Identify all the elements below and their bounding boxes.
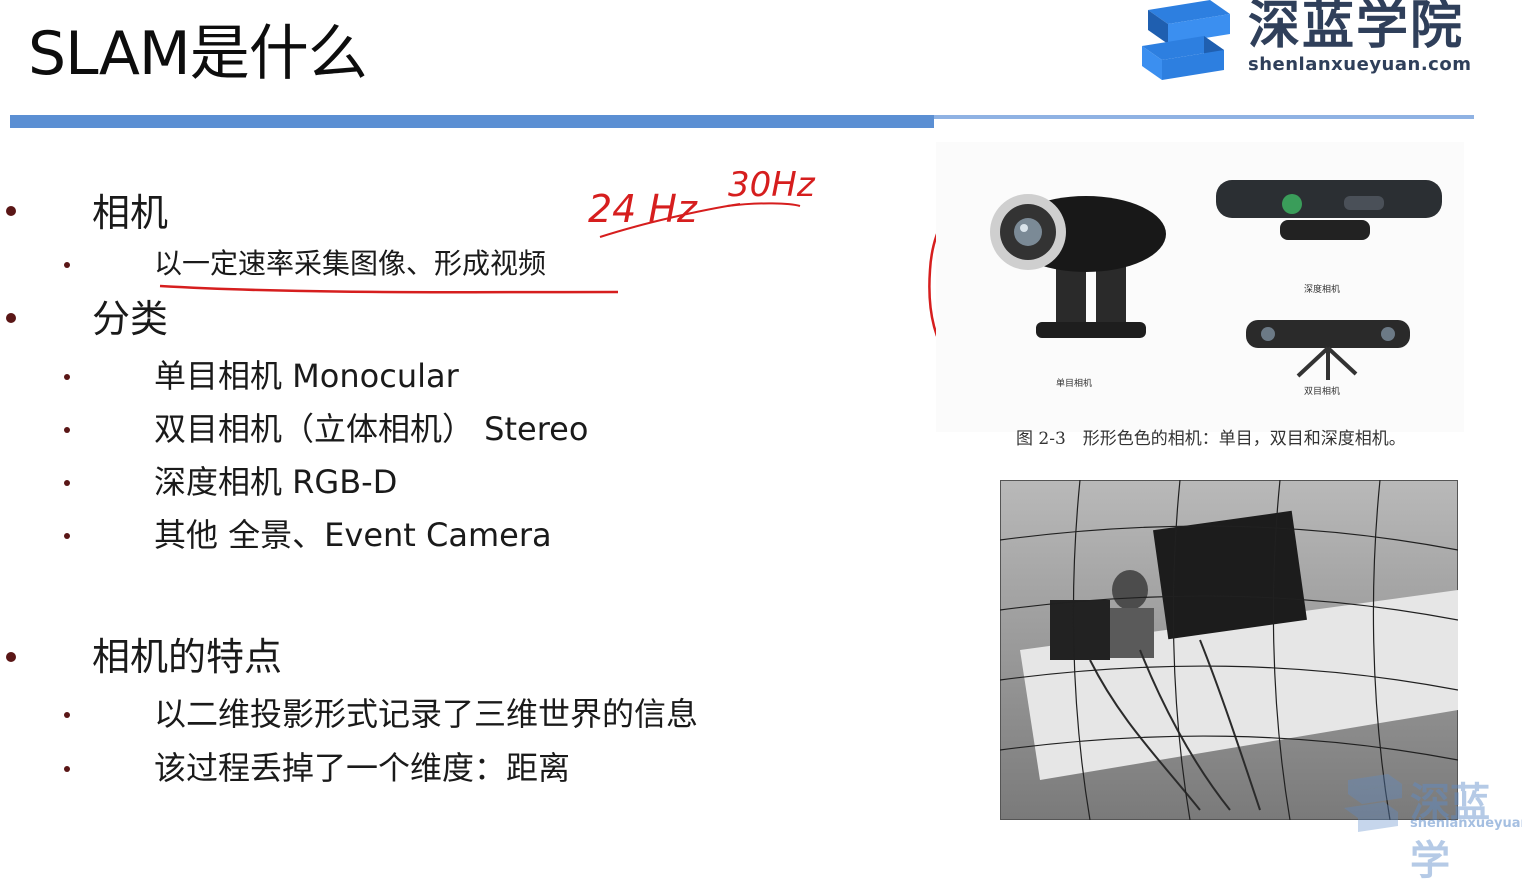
stereo-camera-image [1246,320,1410,380]
figure-caption: 图 2-3 形形色色的相机：单目，双目和深度相机。 [1016,429,1406,449]
watermark-url: shenlanxueyuan [1410,816,1522,831]
label-mono: 单目相机 [1056,377,1092,389]
depth-camera-image [1216,180,1442,240]
fisheye-photo [999,479,1459,821]
handwriting-24hz: 24 Hz [588,187,698,231]
handwriting-30hz: 30Hz [728,165,816,205]
label-depth: 深度相机 [1304,283,1340,295]
webcam-image [990,194,1166,338]
camera-figure: 单目相机 深度相机 双目相机 [936,142,1464,432]
label-stereo: 双目相机 [1304,385,1340,397]
underline-annotation [159,284,619,294]
